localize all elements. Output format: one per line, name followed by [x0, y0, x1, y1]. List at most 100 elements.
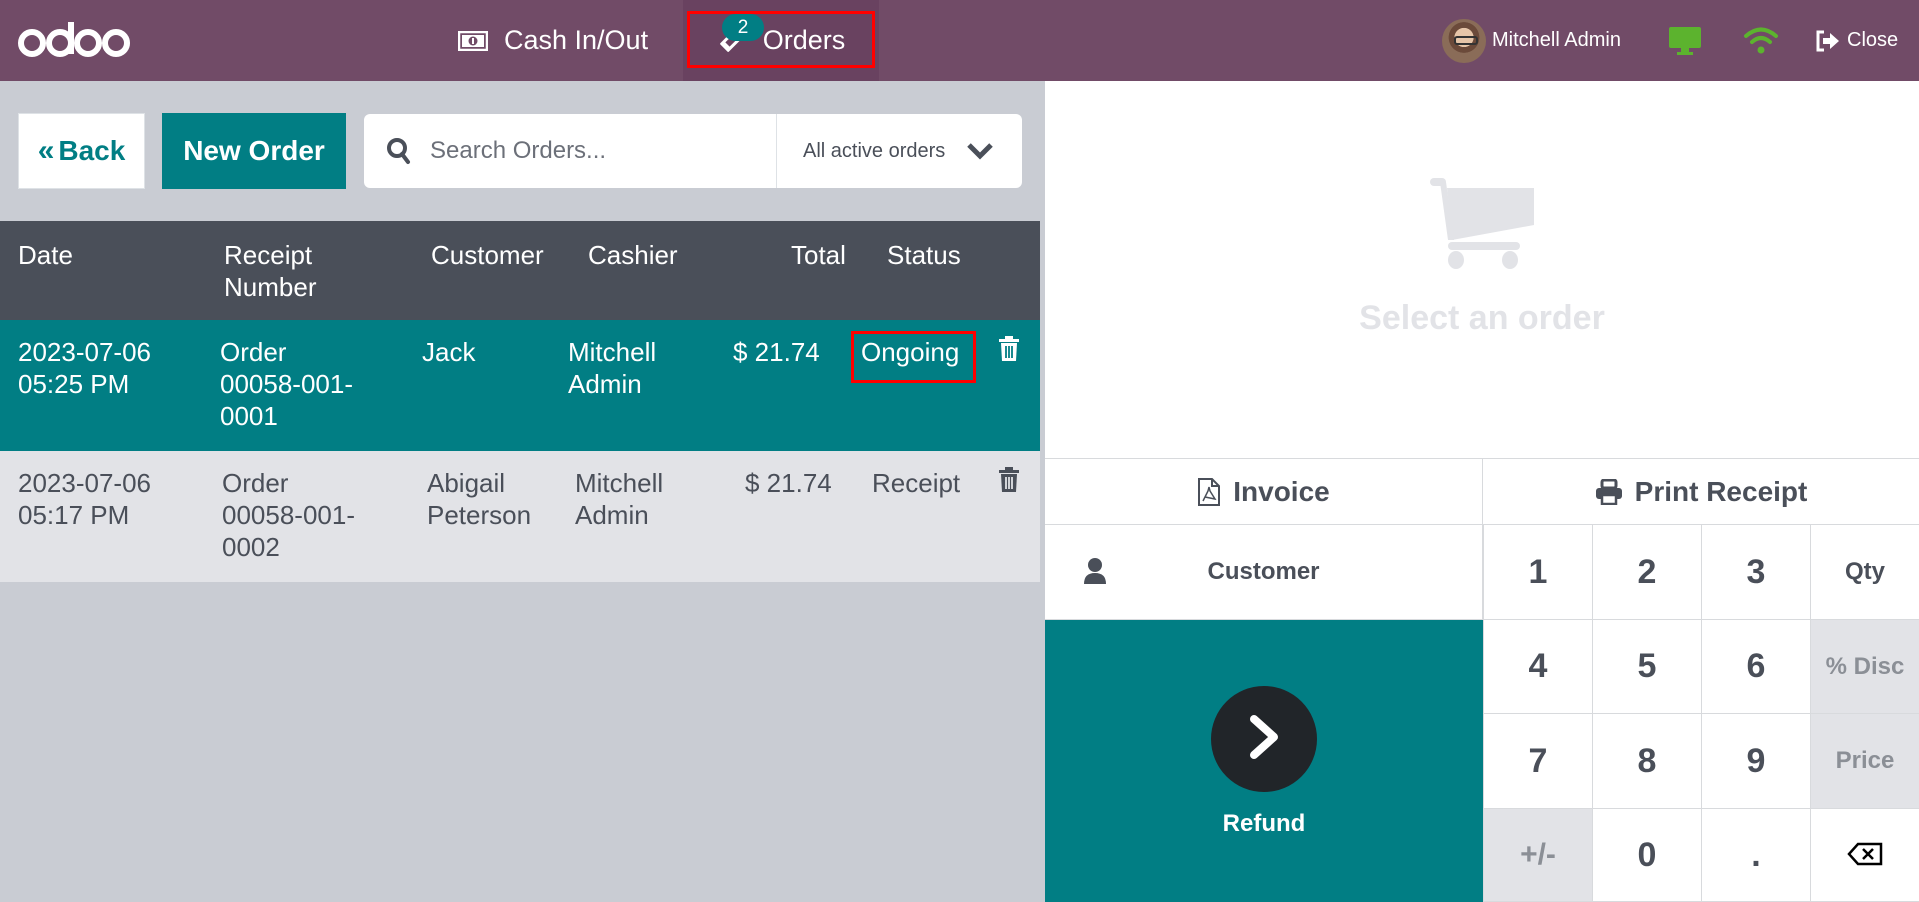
user-name: Mitchell Admin — [1492, 29, 1621, 51]
numpad-key-7[interactable]: 7 — [1483, 714, 1592, 809]
odoo-logo — [18, 18, 130, 62]
col-receipt-line1: Receipt — [224, 240, 313, 270]
col-customer: Customer — [431, 240, 544, 270]
print-icon — [1595, 479, 1623, 505]
cell-receipt-number: Order 00058-001- 0002 — [222, 467, 355, 563]
col-date: Date — [18, 240, 73, 270]
receipt-line: 00058-001- — [220, 369, 353, 399]
numpad-key-8[interactable]: 8 — [1592, 714, 1701, 809]
time-value: 05:17 PM — [18, 500, 130, 530]
col-total: Total — [791, 240, 846, 270]
numpad-key-3[interactable]: 3 — [1701, 525, 1810, 620]
numpad: 1 2 3 Qty 4 5 6 % Disc 7 8 9 Price +/- 0… — [1483, 525, 1919, 902]
new-order-button[interactable]: New Order — [162, 113, 346, 189]
back-button[interactable]: « Back — [18, 113, 145, 189]
numpad-key-4[interactable]: 4 — [1483, 620, 1592, 714]
orders-button[interactable]: Orders — [683, 0, 879, 81]
receipt-line: Order — [222, 468, 289, 498]
cell-date: 2023-07-06 05:17 PM — [18, 467, 151, 531]
numpad-key-5[interactable]: 5 — [1592, 620, 1701, 714]
orders-label: Orders — [762, 25, 846, 55]
filter-selected-value: All active orders — [803, 139, 946, 162]
col-cashier: Cashier — [588, 240, 678, 270]
numpad-key-2[interactable]: 2 — [1592, 525, 1701, 620]
invoice-button[interactable]: Invoice — [1045, 459, 1483, 525]
file-pdf-icon — [1197, 477, 1221, 507]
search-bar: All active orders — [364, 114, 1022, 188]
cashier-line: Mitchell — [575, 468, 664, 498]
top-bar: Cash In/Out Orders 2 Mitchell Admin Clos… — [0, 0, 1919, 81]
cell-customer: Abigail Peterson — [427, 467, 531, 531]
orders-count-badge: 2 — [722, 14, 764, 41]
cell-cashier: Mitchell Admin — [568, 336, 656, 400]
col-status: Status — [887, 240, 961, 270]
cell-cashier: Mitchell Admin — [575, 467, 663, 531]
numpad-key-9[interactable]: 9 — [1701, 714, 1810, 809]
cell-receipt-number: Order 00058-001- 0001 — [220, 336, 353, 432]
trash-icon[interactable] — [998, 336, 1020, 362]
refund-label: Refund — [1222, 810, 1306, 837]
cashier-line: Mitchell — [568, 337, 657, 367]
new-order-label: New Order — [183, 135, 325, 166]
backspace-icon — [1847, 836, 1883, 875]
sign-out-icon — [1815, 29, 1841, 53]
customer-line: Abigail — [427, 468, 506, 498]
numpad-backspace[interactable] — [1810, 809, 1919, 902]
back-label: Back — [58, 135, 126, 166]
receipt-line: 00058-001- — [222, 500, 355, 530]
numpad-decimal[interactable]: . — [1701, 809, 1810, 902]
search-icon — [386, 137, 412, 165]
close-label: Close — [1847, 29, 1899, 51]
chevron-right-icon — [1246, 713, 1282, 766]
order-filter-dropdown[interactable]: All active orders — [776, 114, 1022, 188]
cashier-line: Admin — [575, 500, 649, 530]
receipt-line: 0002 — [222, 532, 280, 562]
customer-label: Customer — [1207, 558, 1320, 585]
cashier-line: Admin — [568, 369, 642, 399]
customer-line: Jack — [422, 337, 476, 367]
customer-display-icon[interactable] — [1668, 0, 1702, 81]
chevron-down-icon — [967, 142, 994, 160]
refund-circle — [1211, 686, 1317, 792]
trash-icon[interactable] — [998, 467, 1020, 493]
user-icon — [1083, 557, 1107, 585]
numpad-plus-minus[interactable]: +/- — [1483, 809, 1592, 902]
money-bill-icon — [458, 30, 488, 51]
highlight-box — [851, 331, 976, 383]
user-menu[interactable]: Mitchell Admin — [1442, 0, 1621, 81]
refund-button[interactable]: Refund — [1045, 620, 1483, 902]
cash-in-out-button[interactable]: Cash In/Out — [458, 0, 648, 81]
time-value: 05:25 PM — [18, 369, 130, 399]
customer-button[interactable]: Customer — [1045, 525, 1483, 620]
table-row[interactable]: 2023-07-06 05:17 PM Order 00058-001- 000… — [0, 451, 1040, 582]
search-input[interactable] — [430, 137, 760, 165]
cell-total: $ 21.74 — [745, 468, 832, 498]
numpad-price[interactable]: Price — [1810, 714, 1919, 809]
date-value: 2023-07-06 — [18, 337, 151, 367]
avatar — [1442, 18, 1486, 63]
numpad-key-0[interactable]: 0 — [1592, 809, 1701, 902]
numpad-key-1[interactable]: 1 — [1483, 525, 1592, 620]
double-chevron-left-icon: « — [37, 134, 55, 167]
close-button[interactable]: Close — [1815, 0, 1898, 81]
receipt-line: Order — [220, 337, 287, 367]
empty-message: Select an order — [1359, 299, 1605, 337]
col-receipt-number: Receipt Number — [224, 239, 316, 303]
shopping-cart-icon — [1430, 178, 1534, 275]
table-row[interactable]: 2023-07-06 05:25 PM Order 00058-001- 000… — [0, 320, 1040, 451]
orders-panel: « Back New Order All active orders Date … — [0, 81, 1040, 902]
order-detail-panel: Select an order Invoice Print Receipt Cu… — [1045, 81, 1919, 902]
wifi-icon[interactable] — [1743, 0, 1779, 81]
numpad-key-6[interactable]: 6 — [1701, 620, 1810, 714]
cell-date: 2023-07-06 05:25 PM — [18, 336, 151, 400]
numpad-qty[interactable]: Qty — [1810, 525, 1919, 620]
cash-in-out-label: Cash In/Out — [504, 25, 649, 55]
numpad-discount[interactable]: % Disc — [1810, 620, 1919, 714]
invoice-label: Invoice — [1233, 476, 1330, 507]
cell-total: $ 21.74 — [733, 337, 820, 367]
empty-order-state: Select an order — [1045, 81, 1919, 458]
order-actions: Invoice Print Receipt — [1045, 458, 1919, 525]
date-value: 2023-07-06 — [18, 468, 151, 498]
col-receipt-line2: Number — [224, 272, 317, 302]
print-receipt-button[interactable]: Print Receipt — [1483, 459, 1919, 525]
